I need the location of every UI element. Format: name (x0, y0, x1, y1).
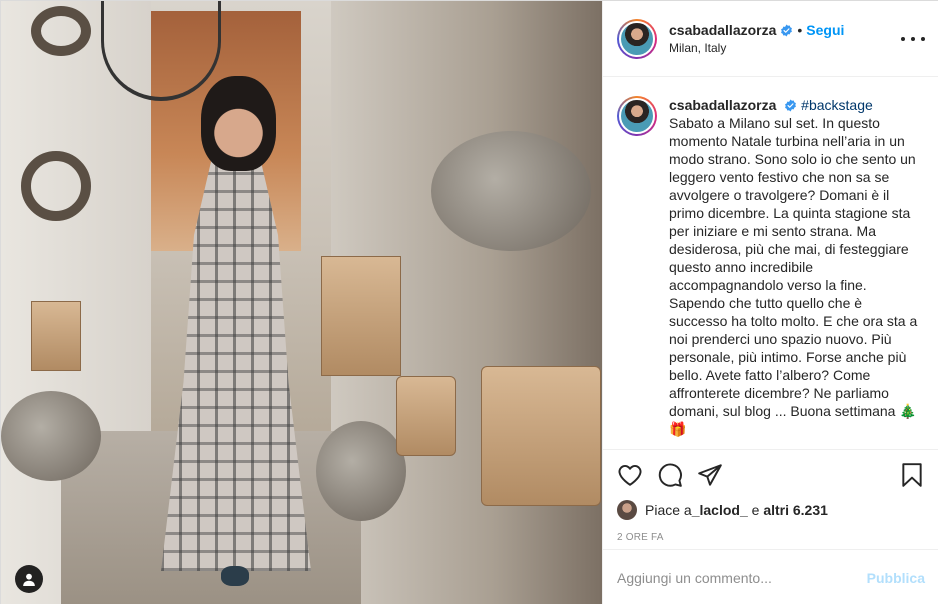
heart-icon[interactable] (617, 462, 643, 488)
publish-button[interactable]: Pubblica (867, 570, 925, 586)
follow-button[interactable]: Segui (806, 22, 844, 38)
comments-area[interactable]: csabadallazorza #backstage Sabato a Mila… (603, 78, 938, 449)
verified-badge-icon (785, 99, 797, 112)
avatar-image (619, 98, 655, 134)
photo-crate (31, 301, 81, 371)
header-row: csabadallazorza • Segui (669, 22, 844, 38)
more-dot (921, 37, 925, 41)
more-options-icon[interactable] (901, 31, 925, 47)
location-link[interactable]: Milan, Italy (669, 41, 844, 55)
hashtag-link[interactable]: #backstage (801, 97, 873, 113)
photo-shrub (316, 421, 406, 521)
liker-avatar[interactable] (617, 500, 637, 520)
caption-username-link[interactable]: csabadallazorza (669, 97, 776, 113)
post-header: csabadallazorza • Segui Milan, Italy (603, 1, 938, 77)
photo-wreath (21, 151, 91, 221)
bookmark-icon[interactable] (899, 462, 925, 488)
verified-badge-icon (781, 24, 793, 36)
username-link[interactable]: csabadallazorza (669, 22, 776, 38)
likes-prefix: Piace a (645, 502, 692, 518)
header-text: csabadallazorza • Segui Milan, Italy (669, 22, 844, 55)
action-icons (617, 460, 925, 490)
photo-shrub (431, 131, 591, 251)
post-timestamp[interactable]: 2 ORE FA (617, 532, 925, 543)
photo-barrel (481, 366, 601, 506)
post-actions: Piace a _laclod_ e altri 6.231 2 ORE FA (603, 449, 938, 551)
photo-wreath (31, 6, 91, 56)
post-photo[interactable] (1, 1, 602, 604)
liker-username-link[interactable]: _laclod_ (692, 502, 748, 518)
post-side-panel: csabadallazorza • Segui Milan, Italy csa… (602, 1, 938, 604)
user-tag-icon (23, 573, 35, 586)
comment-input[interactable] (617, 569, 867, 586)
caption-avatar[interactable] (617, 96, 657, 136)
user-tag-button[interactable] (15, 565, 43, 593)
avatar-image (619, 20, 655, 57)
photo-person-head (201, 76, 276, 171)
share-icon[interactable] (697, 462, 723, 488)
caption-body: csabadallazorza #backstage Sabato a Mila… (669, 96, 924, 438)
separator-dot: • (797, 22, 803, 38)
photo-barrel (396, 376, 456, 456)
likes-count-link[interactable]: altri 6.231 (763, 502, 828, 518)
caption: csabadallazorza #backstage Sabato a Mila… (617, 96, 925, 438)
post-modal: csabadallazorza • Segui Milan, Italy csa… (0, 0, 938, 604)
likes-summary: Piace a _laclod_ e altri 6.231 (617, 500, 925, 520)
avatar[interactable] (617, 18, 657, 59)
more-dot (911, 37, 915, 41)
photo-shoe (221, 566, 249, 586)
photo-crate (321, 256, 401, 376)
comment-icon[interactable] (657, 462, 683, 488)
photo-shrub (1, 391, 101, 481)
caption-text: Sabato a Milano sul set. In questo momen… (669, 115, 918, 437)
more-dot (901, 37, 905, 41)
likes-mid: e (747, 502, 764, 518)
add-comment-bar: Pubblica (603, 549, 938, 604)
